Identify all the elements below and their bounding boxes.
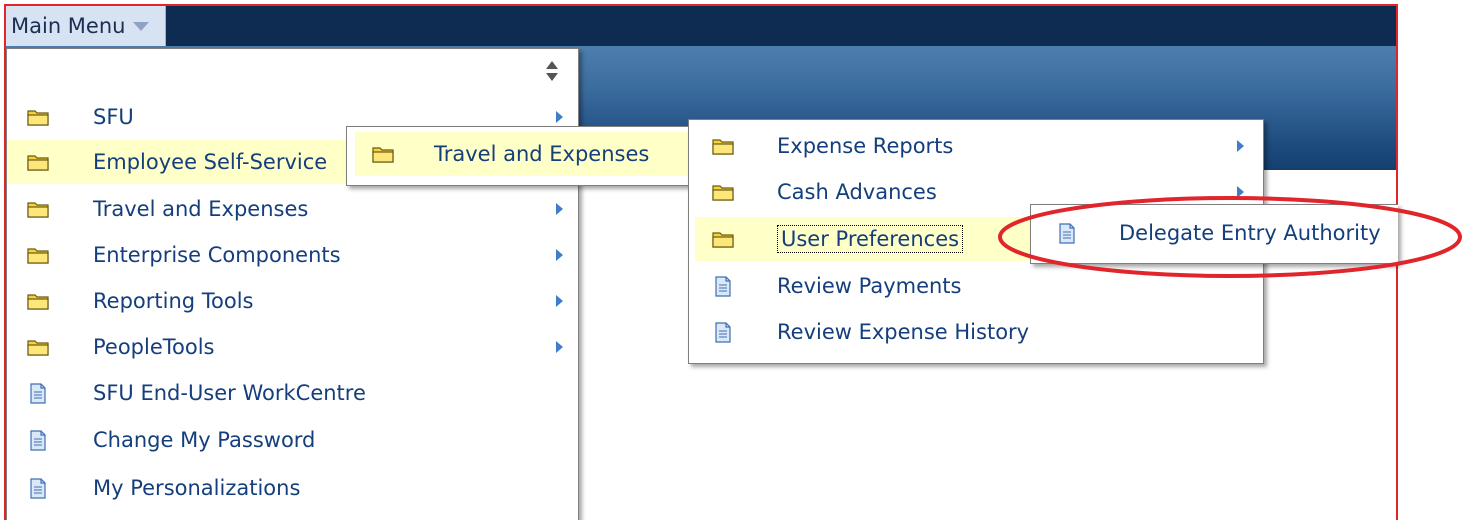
menu-item-label: PeopleTools	[93, 335, 215, 359]
page-icon	[30, 382, 46, 404]
menu-item-label: Travel and Expenses	[434, 142, 650, 166]
folder-icon	[27, 340, 49, 356]
ess-submenu: Travel and Expenses	[346, 126, 700, 186]
menu-item-sfu-end-user-workcentre[interactable]: SFU End-User WorkCentre	[7, 371, 578, 415]
page-icon	[30, 477, 46, 499]
menu-item-label: Reporting Tools	[93, 289, 254, 313]
chevron-right-icon	[556, 249, 563, 261]
menu-item-label: SFU End-User WorkCentre	[93, 381, 366, 405]
chevron-right-icon	[556, 341, 563, 353]
menu-item-label: Review Expense History	[777, 320, 1030, 344]
menu-item-label: Cash Advances	[777, 180, 937, 204]
menu-item-review-payments[interactable]: Review Payments	[689, 264, 1263, 308]
folder-icon	[712, 232, 734, 248]
menu-item-travel-and-expenses[interactable]: Travel and Expenses	[7, 187, 578, 231]
chevron-right-icon	[556, 111, 563, 123]
menu-item-label: Enterprise Components	[93, 243, 341, 267]
menu-item-reporting-tools[interactable]: Reporting Tools	[7, 279, 578, 323]
menu-item-label: My Personalizations	[93, 476, 301, 500]
user-preferences-submenu: Delegate Entry Authority	[1030, 204, 1398, 264]
menu-item-peopletools[interactable]: PeopleTools	[7, 325, 578, 369]
folder-icon	[712, 139, 734, 155]
folder-icon	[27, 294, 49, 310]
folder-icon	[372, 147, 394, 163]
chevron-right-icon	[556, 295, 563, 307]
menu-item-change-my-password[interactable]: Change My Password	[7, 418, 578, 462]
menu-item-delegate-entry-authority[interactable]: Delegate Entry Authority	[1031, 211, 1398, 255]
folder-icon	[27, 248, 49, 264]
chevron-right-icon	[1237, 186, 1244, 198]
menu-item-label: Change My Password	[93, 428, 316, 452]
menu-item-expense-reports[interactable]: Expense Reports	[689, 124, 1263, 168]
main-menu-label: Main Menu	[11, 14, 126, 38]
chevron-right-icon	[1237, 140, 1244, 152]
folder-icon	[27, 202, 49, 218]
chevron-down-icon	[133, 21, 150, 31]
page-icon	[715, 275, 731, 297]
menu-item-label: Expense Reports	[777, 134, 954, 158]
folder-icon	[712, 185, 734, 201]
folder-icon	[27, 110, 49, 126]
page-icon	[30, 429, 46, 451]
menu-item-label: Review Payments	[777, 274, 962, 298]
page-icon	[1059, 222, 1075, 244]
folder-icon	[27, 155, 49, 171]
menu-item-enterprise-components[interactable]: Enterprise Components	[7, 233, 578, 277]
menu-item-label: Travel and Expenses	[93, 197, 309, 221]
menu-item-label: Delegate Entry Authority	[1119, 221, 1381, 245]
menu-item-label: Employee Self-Service	[93, 150, 328, 174]
main-menu-button[interactable]: Main Menu	[6, 6, 166, 46]
menu-item-my-personalizations[interactable]: My Personalizations	[7, 466, 578, 510]
page-icon	[715, 321, 731, 343]
portal-header-bar	[6, 6, 1396, 46]
main-menu-dropdown: SFU Employee Self-Service Travel and Exp…	[6, 48, 579, 520]
scroll-arrows-icon[interactable]	[544, 59, 560, 83]
menu-item-travel-and-expenses[interactable]: Travel and Expenses	[355, 132, 691, 176]
menu-item-label: User Preferences	[777, 225, 964, 253]
menu-item-label: SFU	[93, 105, 134, 129]
chevron-right-icon	[556, 203, 563, 215]
menu-item-review-expense-history[interactable]: Review Expense History	[689, 310, 1263, 354]
